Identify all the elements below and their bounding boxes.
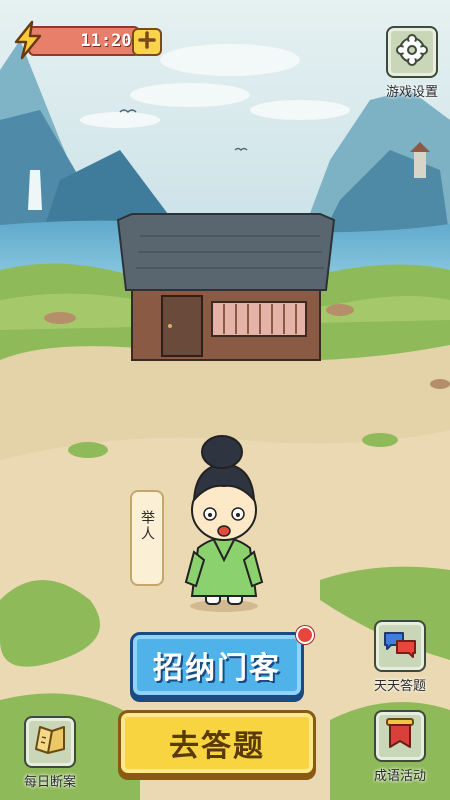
chat-bubbles-icon (383, 629, 417, 663)
daily-quiz-tile[interactable] (374, 620, 426, 672)
scroll-icon (34, 723, 66, 761)
banner-icon (385, 717, 415, 755)
house (116, 213, 336, 361)
daily-quiz-button[interactable]: 天天答题 (372, 620, 428, 694)
lightning-bolt-icon (10, 20, 46, 60)
daily-case-tile[interactable] (24, 716, 76, 768)
daily-case-label: 每日断案 (23, 775, 76, 790)
energy-bar: 11:20 (10, 20, 162, 60)
idiom-activity-tile[interactable] (374, 710, 426, 762)
settings-button[interactable]: 游戏设置 (384, 26, 440, 100)
go-quiz-button[interactable]: 去答题 (118, 710, 316, 776)
recruit-guests-label: 招纳门客 (153, 651, 281, 686)
idiom-activity-button[interactable]: 成语活动 (372, 710, 428, 784)
gear-icon (396, 34, 428, 70)
daily-case-button[interactable]: 每日断案 (22, 716, 78, 790)
plus-icon (138, 31, 156, 53)
notification-dot (296, 626, 314, 644)
daily-quiz-label: 天天答题 (373, 679, 426, 694)
idiom-activity-label: 成语活动 (373, 769, 426, 784)
go-quiz-label: 去答题 (169, 729, 265, 764)
settings-label: 游戏设置 (385, 85, 438, 100)
rank-label: 举人 (139, 510, 155, 542)
add-energy-button[interactable] (132, 28, 162, 56)
recruit-guests-button[interactable]: 招纳门客 (130, 632, 304, 698)
settings-tile[interactable] (386, 26, 438, 78)
rank-tag: 举人 (130, 490, 164, 586)
